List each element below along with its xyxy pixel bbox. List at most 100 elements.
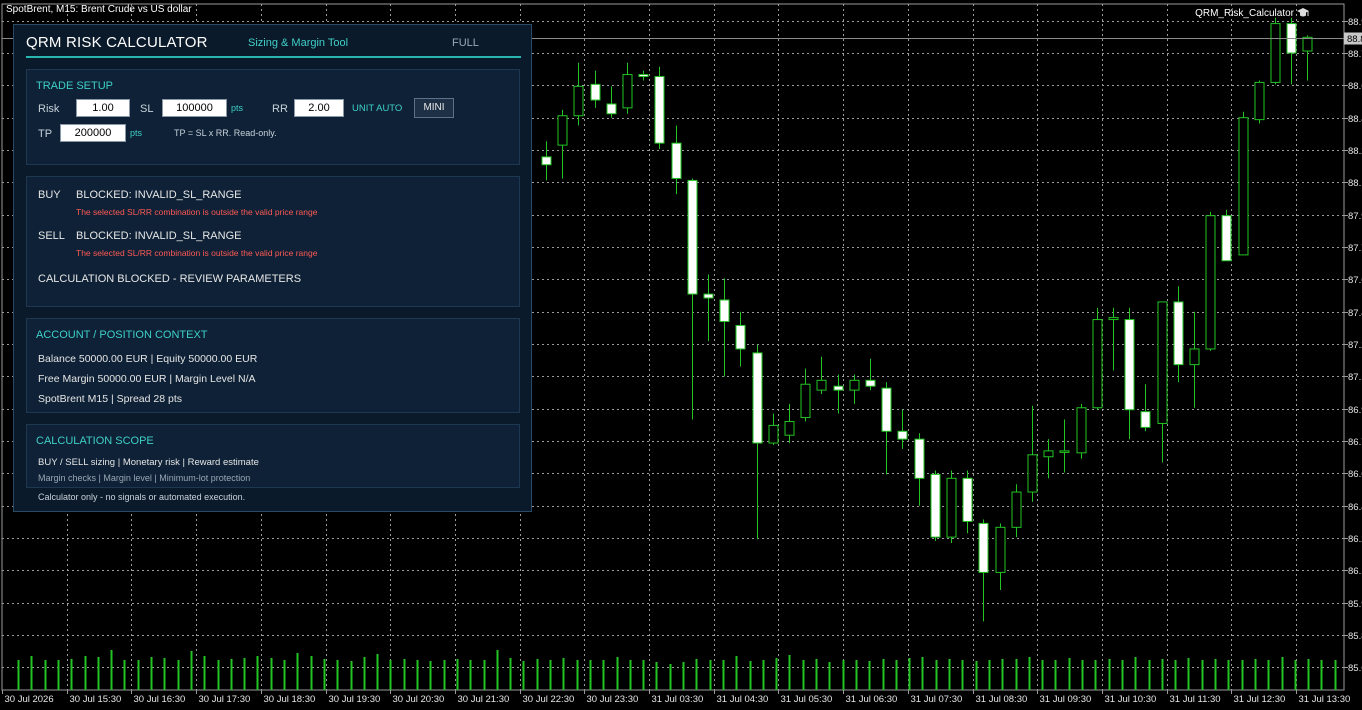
y-tick-label: 86.460 [1348,502,1362,513]
candle [1205,211,1216,351]
candle [995,523,1006,591]
candle-body [557,115,568,146]
y-tick-label: 87.450 [1348,308,1362,319]
full-mode-toggle[interactable]: FULL [452,37,479,49]
y-tick-label: 88.440 [1348,114,1362,125]
candle-body [1254,81,1265,121]
tp-note: TP = SL x RR. Read-only. [174,128,277,138]
candle [930,470,941,542]
candle-body [833,385,844,391]
candle-body [1027,454,1038,493]
candle-body [1124,319,1135,411]
tp-unit: pts [130,128,143,138]
candle-body [654,76,665,144]
rr-input[interactable] [294,99,344,117]
risk-input[interactable] [76,99,130,117]
bid-price-label: 88.846 [1347,34,1362,45]
x-tick-label: 30 Jul 18:30 [264,694,316,705]
candle [816,356,827,395]
candle [752,345,763,540]
x-tick-label: 31 Jul 10:30 [1105,694,1157,705]
x-tick-label: 31 Jul 13:30 [1299,694,1351,705]
y-tick-label: 87.780 [1348,243,1362,254]
candle [962,470,973,534]
candle [573,62,584,126]
candle-body [881,387,892,432]
candle-body [1157,301,1168,424]
symbol-spread-line: SpotBrent M15 | Spread 28 pts [38,393,182,405]
y-tick-label: 87.120 [1348,372,1362,383]
buy-status-detail: The selected SL/RR combination is outsid… [76,207,318,217]
candle-body [1221,215,1232,262]
candle [1254,80,1265,124]
candle [849,374,860,404]
candle [1270,17,1281,85]
x-tick-label: 31 Jul 11:30 [1170,694,1221,705]
buy-status: BLOCKED: INVALID_SL_RANGE [76,189,242,201]
candle-body [1205,215,1216,350]
candle-body [687,179,698,295]
candle-body [735,324,746,350]
mini-button[interactable]: MINI [414,98,454,118]
account-context-title: ACCOUNT / POSITION CONTEXT [36,329,208,341]
candle [1043,439,1054,479]
sl-input[interactable] [162,99,227,117]
x-tick-label: 30 Jul 16:30 [134,694,186,705]
candle-body [1270,23,1281,83]
candle-body [865,379,876,387]
candle-body [768,424,779,444]
buy-label: BUY [38,189,61,201]
trade-setup-title: TRADE SETUP [36,80,114,92]
tp-input[interactable] [60,124,126,142]
candle [1059,419,1070,473]
y-tick-label: 85.800 [1348,631,1362,642]
candlesticks [541,17,1313,622]
candle [541,141,552,181]
candle [1157,301,1168,463]
header-divider [26,56,521,58]
x-tick-label: 30 Jul 2026 [5,694,54,705]
x-tick-label: 30 Jul 15:30 [70,694,122,705]
candle [719,278,730,377]
x-tick-label: 31 Jul 07:30 [911,694,963,705]
candle-body [573,85,584,117]
x-tick-label: 30 Jul 21:30 [458,694,510,705]
candle-body [1140,411,1151,428]
candle [833,374,844,414]
candle [1221,209,1232,262]
expert-advisor-label[interactable]: QRM_Risk_Calculator [1195,8,1294,19]
candle [590,70,601,108]
candle [914,433,925,506]
trade-setup-card: TRADE SETUP Risk SL pts RR UNIT AUTO MIN… [26,69,520,165]
candle [1092,307,1103,410]
candle [1108,307,1119,371]
y-tick-label: 88.770 [1348,49,1362,60]
unit-auto-label: UNIT AUTO [352,103,403,114]
candle-body [1076,407,1087,454]
calculation-scope-title: CALCULATION SCOPE [36,435,154,447]
candle-body [1238,117,1249,256]
y-tick-label: 87.285 [1348,340,1362,351]
balance-equity-line: Balance 50000.00 EUR | Equity 50000.00 E… [38,353,258,365]
candle-body [638,74,649,78]
volume-bars [17,650,1337,690]
candle-body [1092,319,1103,409]
y-tick-label: 88.110 [1348,178,1362,189]
x-tick-label: 31 Jul 03:30 [652,694,704,705]
candle [557,109,568,179]
candle [865,358,876,391]
panel-footer: Calculator only - no signals or automate… [38,492,246,502]
candle [654,66,665,150]
x-tick-label: 31 Jul 12:30 [1234,694,1286,705]
expert-advisor-hat-icon [1297,8,1309,17]
calculation-status-card: BUY BLOCKED: INVALID_SL_RANGE The select… [26,176,520,307]
candle-body [897,430,908,440]
candle-body [1173,301,1184,366]
x-tick-label: 30 Jul 23:30 [587,694,639,705]
candle [687,178,698,420]
account-context-card: ACCOUNT / POSITION CONTEXT Balance 50000… [26,318,520,413]
candle-body [1189,348,1200,366]
y-tick-label: 86.625 [1348,469,1362,480]
candle [606,86,617,118]
y-tick-label: 88.275 [1348,146,1362,157]
